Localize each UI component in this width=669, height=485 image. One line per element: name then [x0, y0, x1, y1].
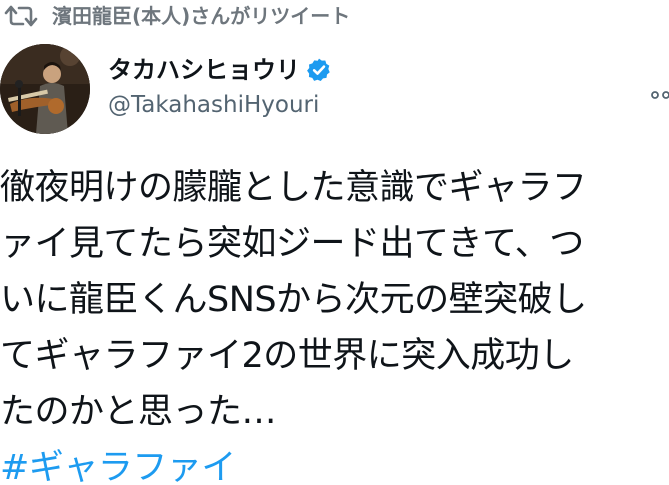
tweet-text-line: ァイ見てたら突如ジード出てきて、つ	[0, 224, 584, 264]
tweet-card: 濱田龍臣(本人)さんがリツイート タカハシヒョウリ @TakahashiHyou…	[0, 0, 669, 485]
more-options-icon[interactable]	[650, 88, 669, 102]
avatar[interactable]	[0, 44, 90, 134]
retweet-icon	[4, 5, 38, 27]
avatar-image	[0, 44, 90, 134]
tweet-text-line: 徹夜明けの朦朧とした意識でギャラフ	[0, 168, 587, 208]
hashtag-link[interactable]: #ギャラファイ	[0, 440, 669, 485]
author-name[interactable]: タカハシヒョウリ	[108, 54, 300, 86]
tweet-text-line: いに龍臣くんSNSから次元の壁突破し	[0, 280, 587, 320]
retweet-label[interactable]: 濱田龍臣(本人)さんがリツイート	[52, 3, 350, 29]
tweet-text-line: てギャラファイ2の世界に突入成功し	[0, 336, 574, 376]
author-name-row: タカハシヒョウリ	[108, 54, 332, 86]
author-handle[interactable]: @TakahashiHyouri	[108, 90, 319, 120]
tweet-text-line: たのかと思った…	[0, 392, 277, 432]
verified-badge-icon	[307, 58, 330, 82]
tweet-text: 徹夜明けの朦朧とした意識でギャラフ ァイ見てたら突如ジード出てきて、つ いに龍臣…	[0, 160, 669, 485]
